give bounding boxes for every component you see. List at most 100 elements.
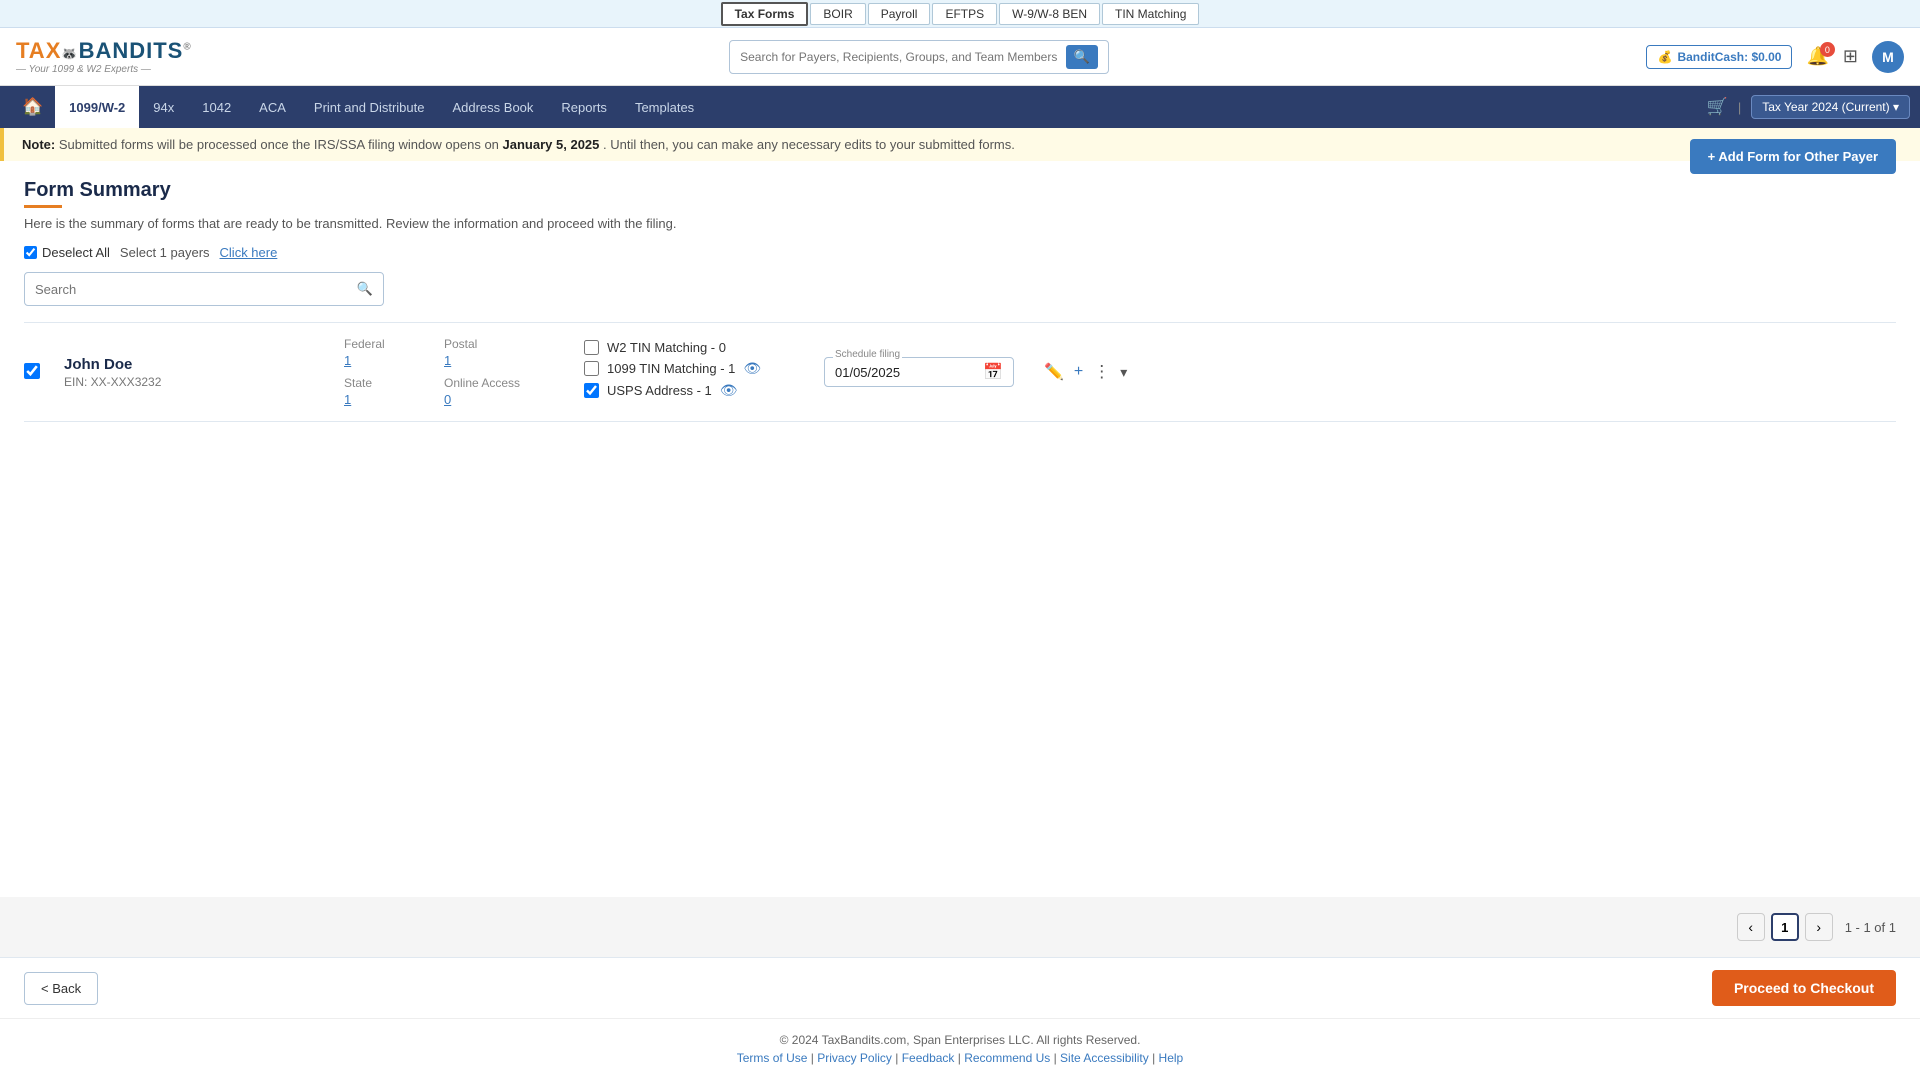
- schedule-filing-box: Schedule filing 01/05/2025 📅: [824, 357, 1014, 387]
- bandit-cash-icon: 💰: [1657, 50, 1672, 64]
- state-label: State: [344, 376, 424, 390]
- postal-online-cell: Postal 1 Online Access 0: [434, 323, 574, 422]
- state-count: 1: [344, 392, 424, 407]
- tin1099-matching-row: 1099 TIN Matching - 1 👁: [584, 360, 804, 377]
- logo-reg: ®: [183, 42, 191, 53]
- checkout-button[interactable]: Proceed to Checkout: [1712, 970, 1896, 1006]
- edit-button[interactable]: ✏️: [1044, 362, 1064, 382]
- tin1099-eye-icon[interactable]: 👁: [743, 360, 761, 377]
- page-subtitle: Here is the summary of forms that are re…: [24, 216, 1896, 231]
- add-button[interactable]: +: [1074, 363, 1083, 381]
- nav-item-1042[interactable]: 1042: [188, 86, 245, 128]
- search-box: 🔍: [729, 40, 1109, 74]
- footer-links: Terms of Use | Privacy Policy | Feedback…: [14, 1051, 1906, 1065]
- logo-icon: TAX: [16, 38, 61, 63]
- note-suffix: . Until then, you can make any necessary…: [603, 137, 1015, 152]
- federal-count: 1: [344, 353, 424, 368]
- logo-brand: BANDITS: [79, 38, 184, 63]
- matching-cell: W2 TIN Matching - 0 1099 TIN Matching - …: [574, 323, 814, 422]
- back-button[interactable]: < Back: [24, 972, 98, 1005]
- federal-count-link[interactable]: 1: [344, 353, 351, 368]
- note-text: Submitted forms will be processed once t…: [59, 137, 503, 152]
- bottom-bar: < Back Proceed to Checkout: [0, 957, 1920, 1018]
- w2-tin-matching-row: W2 TIN Matching - 0: [584, 340, 804, 355]
- pagination-prev-button[interactable]: ‹: [1737, 913, 1765, 941]
- click-here-link[interactable]: Click here: [220, 245, 278, 260]
- header-search-area: 🔍: [212, 40, 1627, 74]
- note-date: January 5, 2025: [503, 137, 600, 152]
- topbar-eftps[interactable]: EFTPS: [932, 3, 997, 25]
- action-cell: ✏️ + ⋮ ▾: [1034, 323, 1896, 422]
- pagination-page-1-button[interactable]: 1: [1771, 913, 1799, 941]
- tax-year-button[interactable]: Tax Year 2024 (Current) ▾: [1751, 95, 1910, 119]
- more-options-button[interactable]: ⋮: [1093, 362, 1110, 382]
- footer-link-privacy[interactable]: Privacy Policy: [817, 1051, 892, 1065]
- federal-label: Federal: [344, 337, 424, 351]
- w2-tin-checkbox[interactable]: [584, 340, 599, 355]
- online-count-link[interactable]: 0: [444, 392, 451, 407]
- pagination-next-button[interactable]: ›: [1805, 913, 1833, 941]
- add-form-button[interactable]: + Add Form for Other Payer: [1690, 139, 1896, 174]
- logo-text: TAX🦝BANDITS®: [16, 38, 192, 64]
- header-right: 💰 BanditCash: $0.00 🔔 0 ⊞ M: [1646, 41, 1904, 73]
- notification-button[interactable]: 🔔 0: [1806, 46, 1828, 67]
- action-buttons: ✏️ + ⋮ ▾: [1044, 362, 1886, 382]
- header-search-input[interactable]: [740, 50, 1066, 64]
- note-prefix: Note:: [22, 137, 55, 152]
- search-input[interactable]: [35, 282, 357, 297]
- footer-link-recommend[interactable]: Recommend Us: [964, 1051, 1050, 1065]
- topbar-payroll[interactable]: Payroll: [868, 3, 931, 25]
- top-bar: Tax Forms BOIR Payroll EFTPS W-9/W-8 BEN…: [0, 0, 1920, 28]
- nav-item-reports[interactable]: Reports: [547, 86, 621, 128]
- topbar-boir[interactable]: BOIR: [810, 3, 865, 25]
- payer-table: John Doe EIN: XX-XXX3232 Federal 1 State…: [24, 322, 1896, 422]
- nav-item-94x[interactable]: 94x: [139, 86, 188, 128]
- deselect-all-label[interactable]: Deselect All: [24, 245, 110, 260]
- row-checkbox-cell: [24, 323, 54, 422]
- usps-eye-icon[interactable]: 👁: [720, 382, 738, 399]
- w2-tin-label: W2 TIN Matching - 0: [607, 340, 726, 355]
- cart-icon: 🛒: [1707, 97, 1728, 117]
- footer-link-terms[interactable]: Terms of Use: [737, 1051, 808, 1065]
- footer: © 2024 TaxBandits.com, Span Enterprises …: [0, 1018, 1920, 1079]
- nav-item-aca[interactable]: ACA: [245, 86, 300, 128]
- notification-badge: 0: [1820, 42, 1835, 57]
- payer-name: John Doe: [64, 356, 324, 373]
- tin1099-label: 1099 TIN Matching - 1: [607, 361, 735, 376]
- nav-item-1099w2[interactable]: 1099/W-2: [55, 86, 139, 128]
- title-underline: [24, 205, 62, 208]
- bandit-cash-button[interactable]: 💰 BanditCash: $0.00: [1646, 45, 1792, 69]
- avatar-button[interactable]: M: [1872, 41, 1904, 73]
- nav-divider: |: [1738, 100, 1741, 115]
- nav-item-address-book[interactable]: Address Book: [438, 86, 547, 128]
- postal-count-link[interactable]: 1: [444, 353, 451, 368]
- logo-sub: — Your 1099 & W2 Experts —: [16, 64, 151, 75]
- grid-menu-button[interactable]: ⊞: [1843, 46, 1858, 67]
- select-row: Deselect All Select 1 payers Click here: [24, 245, 1896, 260]
- footer-link-help[interactable]: Help: [1159, 1051, 1184, 1065]
- footer-link-accessibility[interactable]: Site Accessibility: [1060, 1051, 1149, 1065]
- footer-link-feedback[interactable]: Feedback: [902, 1051, 955, 1065]
- topbar-taxforms[interactable]: Tax Forms: [721, 2, 809, 26]
- search-input-icon: 🔍: [357, 281, 373, 297]
- payer-checkbox[interactable]: [24, 363, 40, 379]
- tin1099-checkbox[interactable]: [584, 361, 599, 376]
- topbar-w9w8ben[interactable]: W-9/W-8 BEN: [999, 3, 1100, 25]
- usps-matching-row: USPS Address - 1 👁: [584, 382, 804, 399]
- topbar-tin-matching[interactable]: TIN Matching: [1102, 3, 1199, 25]
- deselect-all-checkbox[interactable]: [24, 246, 37, 259]
- header-search-button[interactable]: 🔍: [1066, 45, 1098, 69]
- state-count-link[interactable]: 1: [344, 392, 351, 407]
- page-title: Form Summary: [24, 179, 1896, 202]
- bandit-cash-label: BanditCash: $0.00: [1677, 50, 1781, 64]
- expand-button[interactable]: ▾: [1120, 364, 1127, 381]
- payer-info-cell: John Doe EIN: XX-XXX3232: [54, 323, 334, 422]
- nav-home-button[interactable]: 🏠: [10, 97, 55, 117]
- nav-item-templates[interactable]: Templates: [621, 86, 708, 128]
- calendar-icon-button[interactable]: 📅: [983, 362, 1003, 382]
- schedule-date-value: 01/05/2025: [835, 365, 975, 380]
- nav-item-print-distribute[interactable]: Print and Distribute: [300, 86, 439, 128]
- nav-bar: 🏠 1099/W-2 94x 1042 ACA Print and Distri…: [0, 86, 1920, 128]
- schedule-cell: Schedule filing 01/05/2025 📅: [814, 323, 1034, 422]
- usps-checkbox[interactable]: [584, 383, 599, 398]
